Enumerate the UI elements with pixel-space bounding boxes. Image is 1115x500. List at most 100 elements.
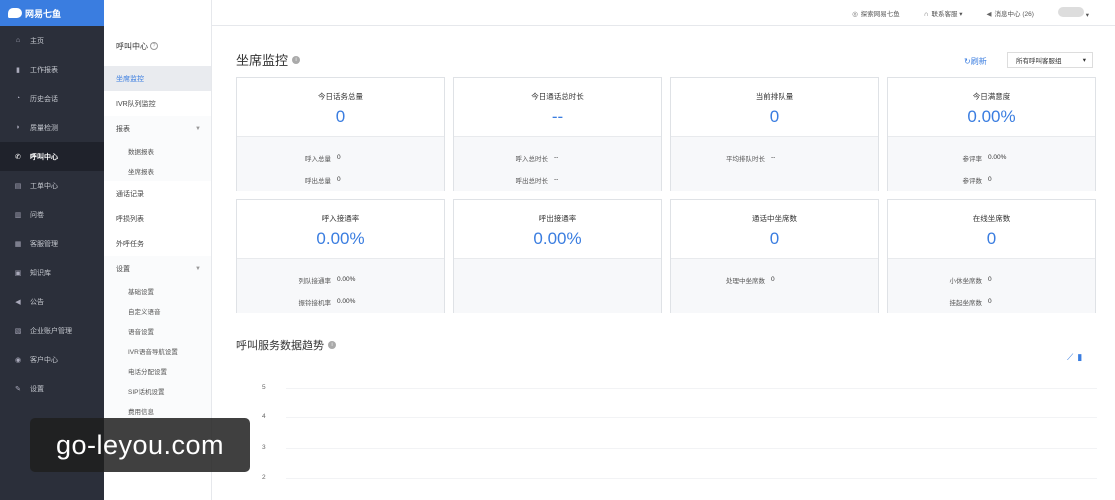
nav-item-1[interactable]: ▮ 工作报表 bbox=[0, 55, 104, 84]
subnav-item-voice-settings[interactable]: 语音设置 bbox=[104, 321, 211, 341]
message-center[interactable]: ◀ 消息中心 (26) bbox=[987, 8, 1034, 18]
metric-card: 今日通话总时长 -- 呼入总时长 -- 呼出总时长 -- bbox=[453, 77, 662, 191]
watermark: go-leyou.com bbox=[30, 418, 250, 472]
nav-item-0[interactable]: ⌂ 主页 bbox=[0, 26, 104, 55]
chevron-down-icon: ▼ bbox=[195, 265, 201, 272]
stat-row: 呼出总时长 -- bbox=[454, 170, 661, 189]
card-stats: 平均排队时长 -- bbox=[671, 137, 878, 191]
line-chart-icon[interactable]: ⟋ bbox=[1067, 352, 1073, 363]
card-label: 呼出接通率 bbox=[538, 214, 577, 223]
bar-chart-icon: ▮ bbox=[16, 66, 20, 74]
subnav-item-ivr-monitor[interactable]: IVR队列监控 bbox=[104, 91, 211, 116]
chart-gridline bbox=[286, 448, 1097, 449]
stat-key: 振铃接机率 bbox=[298, 299, 332, 307]
card-value: -- bbox=[551, 107, 564, 126]
nav-item-7[interactable]: ▦ 客服管理 bbox=[0, 229, 104, 258]
y-tick-label: 4 bbox=[262, 413, 266, 420]
stat-value: 0.00% bbox=[988, 154, 1007, 161]
refresh-button[interactable]: ↻刷新 bbox=[964, 56, 987, 67]
chevron-down-icon: ▼ bbox=[195, 125, 201, 132]
card-header: 今日满意度 0.00% bbox=[888, 78, 1095, 137]
nav-item-label: 设置 bbox=[30, 385, 44, 393]
subnav-item-outbound-tasks[interactable]: 外呼任务 bbox=[104, 231, 211, 256]
group-select[interactable]: 所有呼叫客服组 ▾ bbox=[1007, 52, 1093, 68]
subnav-item-callback-list[interactable]: 呼损列表 bbox=[104, 206, 211, 231]
nav-item-label: 公告 bbox=[30, 298, 44, 306]
nav-item-9[interactable]: ◀ 公告 bbox=[0, 287, 104, 316]
app-logo[interactable]: 网易七鱼 bbox=[0, 0, 104, 26]
stat-row: 小休坐席数 0 bbox=[888, 270, 1095, 289]
metric-card: 呼入接通率 0.00% 列队接通率 0.00% 振铃接机率 0.00% bbox=[236, 199, 445, 313]
help-icon[interactable]: ? bbox=[150, 42, 158, 50]
card-stats: 呼入总时长 -- 呼出总时长 -- bbox=[454, 137, 661, 191]
subnav-item-seat-report[interactable]: 坐席报表 bbox=[104, 161, 211, 181]
subnav-group-reports[interactable]: 报表 ▼ bbox=[104, 116, 211, 141]
nav-item-5[interactable]: ▤ 工单中心 bbox=[0, 171, 104, 200]
nav-item-label: 历史会话 bbox=[30, 95, 58, 103]
nav-item-label: 问卷 bbox=[30, 211, 44, 219]
card-value: 0.00% bbox=[316, 229, 365, 248]
card-value: 0 bbox=[335, 107, 346, 126]
metric-card: 当前排队量 0 平均排队时长 -- bbox=[670, 77, 879, 191]
subnav-item-data-report[interactable]: 数据报表 bbox=[104, 141, 211, 161]
card-label: 今日话务总量 bbox=[318, 92, 363, 101]
nav-item-label: 知识库 bbox=[30, 269, 51, 277]
card-label: 在线坐席数 bbox=[972, 214, 1011, 223]
info-icon[interactable]: i bbox=[292, 55, 301, 64]
nav-item-11[interactable]: ◉ 客户中心 bbox=[0, 345, 104, 374]
subnav-item-sip-phone[interactable]: SIP话机设置 bbox=[104, 381, 211, 401]
megaphone-icon: ◀ bbox=[15, 298, 21, 306]
user-menu[interactable]: ▾ bbox=[1057, 6, 1089, 19]
nav-item-6[interactable]: ▥ 问卷 bbox=[0, 200, 104, 229]
subnav-item-custom-voice[interactable]: 自定义语音 bbox=[104, 301, 211, 321]
stat-key: 呼出总量 bbox=[305, 177, 331, 185]
explore-link[interactable]: ◎ 探索网易七鱼 bbox=[852, 8, 900, 18]
stat-key: 参评数 bbox=[962, 177, 983, 185]
card-stats bbox=[454, 259, 661, 313]
subnav-item-call-distribution[interactable]: 电话分配设置 bbox=[104, 361, 211, 381]
stat-row: 呼出总量 0 bbox=[237, 170, 444, 189]
speaker-icon: ◀ bbox=[986, 10, 992, 18]
gauge-icon: ◗ bbox=[15, 124, 21, 131]
subnav-item-call-records[interactable]: 通话记录 bbox=[104, 181, 211, 206]
card-header: 今日通话总时长 -- bbox=[454, 78, 661, 137]
subnav-item-basic-settings[interactable]: 基础设置 bbox=[104, 281, 211, 301]
trend-chart: 5 4 3 2 bbox=[236, 376, 1097, 500]
subnav-group-settings[interactable]: 设置 ▼ bbox=[104, 256, 211, 281]
card-label: 当前排队量 bbox=[755, 92, 794, 101]
logo-text: 网易七鱼 bbox=[25, 8, 62, 19]
stat-value: 0 bbox=[771, 276, 775, 283]
info-icon[interactable]: i bbox=[328, 341, 336, 349]
card-stats: 参评率 0.00% 参评数 0 bbox=[888, 137, 1095, 191]
card-header: 呼出接通率 0.00% bbox=[454, 200, 661, 259]
stat-row: 平均排队时长 -- bbox=[671, 148, 878, 167]
stat-value: 0 bbox=[988, 298, 992, 305]
refresh-icon: ↻ bbox=[964, 57, 971, 66]
stat-value: -- bbox=[771, 154, 776, 161]
stat-value: -- bbox=[554, 176, 559, 183]
phone-icon: ✆ bbox=[15, 153, 21, 161]
card-header: 在线坐席数 0 bbox=[888, 200, 1095, 259]
card-label: 呼入接通率 bbox=[321, 214, 360, 223]
stat-key: 呼出总时长 bbox=[515, 177, 549, 185]
metric-card: 今日满意度 0.00% 参评率 0.00% 参评数 0 bbox=[887, 77, 1096, 191]
nav-item-12[interactable]: ✎ 设置 bbox=[0, 374, 104, 403]
card-value: 0.00% bbox=[967, 107, 1016, 126]
nav-item-3[interactable]: ◗ 质量检测 bbox=[0, 113, 104, 142]
history-icon: ◔ bbox=[15, 95, 21, 102]
book-icon: ▣ bbox=[14, 269, 22, 277]
nav-item-2[interactable]: ◔ 历史会话 bbox=[0, 84, 104, 113]
support-dropdown[interactable]: ∩ 联系客服 ▾ bbox=[924, 8, 963, 18]
chart-gridline bbox=[286, 388, 1097, 389]
stat-row: 呼入总时长 -- bbox=[454, 148, 661, 167]
subnav-item-seat-monitor[interactable]: 坐席监控 bbox=[104, 66, 211, 91]
subnav-item-ivr-nav[interactable]: IVR语音导航设置 bbox=[104, 341, 211, 361]
chevron-down-icon: ▾ bbox=[959, 10, 963, 18]
card-header: 通话中坐席数 0 bbox=[671, 200, 878, 259]
nav-item-8[interactable]: ▣ 知识库 bbox=[0, 258, 104, 287]
staff-icon: ▦ bbox=[14, 240, 22, 248]
nav-item-4[interactable]: ✆ 呼叫中心 bbox=[0, 142, 104, 171]
top-header: ☰ 🔈︎ ok ◎探索网易七鱼 ∩联系客服 ▾ ◀消息中心 (26) ▾ bbox=[104, 0, 1115, 26]
nav-item-10[interactable]: ▧ 企业账户管理 bbox=[0, 316, 104, 345]
bar-chart-icon[interactable]: ▮ bbox=[1077, 352, 1082, 363]
